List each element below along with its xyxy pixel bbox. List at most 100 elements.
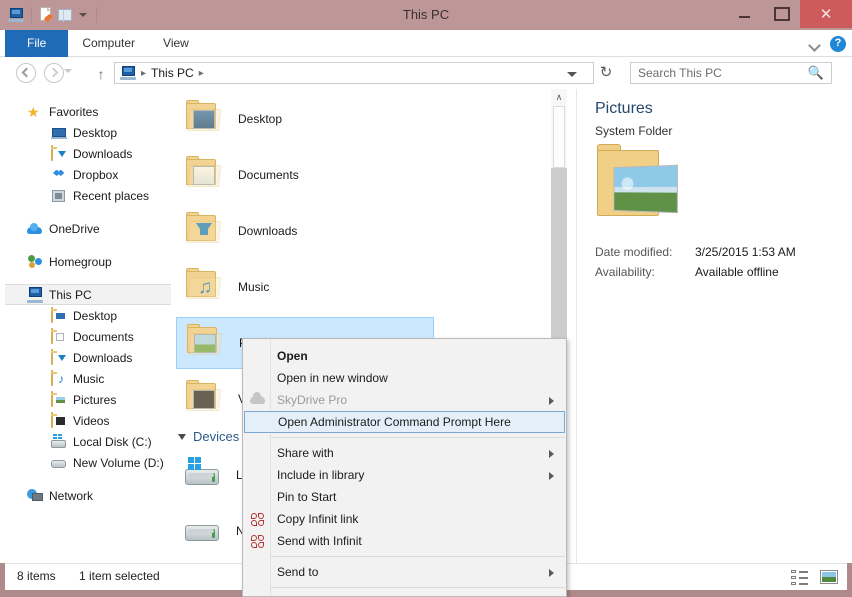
- details-view-button[interactable]: [791, 568, 811, 586]
- submenu-arrow-icon: [549, 472, 554, 480]
- menu-item-label: Pin to Start: [277, 490, 336, 504]
- menu-item-open-in-new-window[interactable]: Open in new window: [243, 367, 566, 389]
- menu-item-open[interactable]: Open: [243, 345, 566, 367]
- list-item[interactable]: Downloads: [176, 205, 434, 257]
- menu-item-label: Share with: [277, 446, 334, 460]
- large-icons-view-button[interactable]: [819, 568, 839, 586]
- sidebar-item-pc-documents[interactable]: Documents: [5, 326, 171, 347]
- menu-item-pin-to-start[interactable]: Pin to Start: [243, 486, 566, 508]
- sidebar-item-pc-pictures[interactable]: Pictures: [5, 389, 171, 410]
- sidebar-item-this-pc[interactable]: This PC: [5, 284, 171, 305]
- breadcrumb[interactable]: ▸ This PC ▸: [114, 62, 594, 84]
- tab-computer[interactable]: Computer: [68, 30, 149, 57]
- skydrive-cloud-icon: [250, 392, 266, 408]
- sidebar-label: Desktop: [73, 126, 117, 140]
- refresh-icon[interactable]: ↻: [598, 65, 614, 81]
- sidebar-item-onedrive[interactable]: OneDrive: [5, 218, 171, 239]
- sidebar-item-pc-desktop[interactable]: Desktop: [5, 305, 171, 326]
- menu-separator: [244, 437, 565, 438]
- scroll-up-icon[interactable]: ∧: [551, 89, 567, 106]
- sidebar-item-homegroup[interactable]: Homegroup: [5, 251, 171, 272]
- network-icon: [27, 488, 43, 504]
- menu-item-label: Send with Infinit: [277, 534, 362, 548]
- navigation-pane: ★ Favorites Desktop Downloads Dropbox Re…: [5, 89, 171, 563]
- menu-item-send-with-infinit[interactable]: Send with Infinit: [243, 530, 566, 552]
- list-item[interactable]: Desktop: [176, 93, 434, 145]
- pictures-folder-icon: [51, 392, 67, 408]
- help-icon[interactable]: ?: [830, 36, 846, 52]
- sidebar-label: Downloads: [73, 351, 132, 365]
- menu-item-copy-infinit-link[interactable]: Copy Infinit link: [243, 508, 566, 530]
- breadcrumb-item-this-pc[interactable]: This PC: [151, 66, 194, 80]
- sidebar-label: Homegroup: [49, 255, 112, 269]
- sidebar-item-dropbox[interactable]: Dropbox: [5, 164, 171, 185]
- sidebar-item-downloads[interactable]: Downloads: [5, 143, 171, 164]
- sidebar-group-favorites[interactable]: ★ Favorites: [5, 101, 171, 122]
- pictures-folder-icon: [183, 323, 227, 363]
- menu-item-send-to[interactable]: Send to: [243, 561, 566, 583]
- videos-folder-icon: [182, 379, 226, 419]
- sidebar-label: Recent places: [73, 189, 149, 203]
- hard-drive-icon: [182, 511, 226, 551]
- search-box[interactable]: Search This PC 🔍: [630, 62, 832, 84]
- videos-folder-icon: [51, 413, 67, 429]
- downloads-folder-icon: [182, 211, 226, 251]
- list-item-label: Documents: [238, 168, 299, 182]
- search-input[interactable]: Search This PC: [638, 66, 722, 80]
- pictures-folder-large-icon: [597, 144, 687, 230]
- list-item-label: Desktop: [238, 112, 282, 126]
- sidebar-label: Network: [49, 489, 93, 503]
- search-icon[interactable]: 🔍: [808, 65, 824, 81]
- desktop-folder-icon: [51, 308, 67, 324]
- details-key: Date modified:: [595, 245, 695, 259]
- tab-view[interactable]: View: [149, 30, 203, 57]
- hard-drive-icon: [51, 455, 67, 471]
- sidebar-label: Favorites: [49, 105, 98, 119]
- tab-file[interactable]: File: [5, 30, 68, 57]
- sidebar-item-pc-videos[interactable]: Videos: [5, 410, 171, 431]
- onedrive-icon: [27, 221, 43, 237]
- scrollbar-thumb[interactable]: [553, 106, 565, 168]
- back-button[interactable]: [16, 63, 36, 83]
- menu-item-copy[interactable]: Copy: [243, 592, 566, 597]
- menu-item-label: Include in library: [277, 468, 364, 482]
- details-value: Available offline: [695, 265, 779, 279]
- submenu-arrow-icon: [549, 569, 554, 577]
- minimize-button[interactable]: [726, 0, 763, 28]
- ribbon-tabs: File Computer View ?: [0, 30, 852, 57]
- expand-ribbon-icon[interactable]: [809, 38, 821, 50]
- dropbox-icon: [51, 167, 67, 183]
- submenu-arrow-icon: [549, 450, 554, 458]
- up-button[interactable]: ↑: [94, 67, 108, 81]
- infinit-pinwheel-icon: [250, 533, 266, 549]
- sidebar-item-pc-music[interactable]: ♪ Music: [5, 368, 171, 389]
- recent-locations-icon[interactable]: [64, 69, 73, 78]
- submenu-arrow-icon: [549, 397, 554, 405]
- collapse-triangle-icon[interactable]: [178, 434, 186, 440]
- menu-item-label: Send to: [277, 565, 318, 579]
- menu-item-share-with[interactable]: Share with: [243, 442, 566, 464]
- title-bar: This PC ✕: [0, 0, 852, 30]
- forward-button[interactable]: [44, 63, 64, 83]
- breadcrumb-separator-2[interactable]: ▸: [199, 68, 204, 79]
- menu-item-open-administrator-command-prompt-here[interactable]: Open Administrator Command Prompt Here: [244, 411, 565, 433]
- list-item[interactable]: Documents: [176, 149, 434, 201]
- desktop-folder-icon: [182, 99, 226, 139]
- menu-item-label: Copy Infinit link: [277, 512, 358, 526]
- sidebar-item-desktop[interactable]: Desktop: [5, 122, 171, 143]
- view-buttons: [791, 568, 839, 586]
- sidebar-item-local-disk-c[interactable]: Local Disk (C:): [5, 431, 171, 452]
- sidebar-label: Dropbox: [73, 168, 118, 182]
- menu-item-label: Open in new window: [277, 371, 388, 385]
- maximize-button[interactable]: [763, 0, 800, 28]
- sidebar-item-pc-downloads[interactable]: Downloads: [5, 347, 171, 368]
- list-item[interactable]: ♫ Music: [176, 261, 434, 313]
- sidebar-item-recent-places[interactable]: Recent places: [5, 185, 171, 206]
- breadcrumb-dropdown-icon[interactable]: [565, 68, 577, 80]
- menu-item-include-in-library[interactable]: Include in library: [243, 464, 566, 486]
- window-controls: ✕: [726, 0, 852, 30]
- sidebar-label: Videos: [73, 414, 109, 428]
- sidebar-item-new-volume-d[interactable]: New Volume (D:): [5, 452, 171, 473]
- sidebar-item-network[interactable]: Network: [5, 485, 171, 506]
- close-button[interactable]: ✕: [800, 0, 852, 28]
